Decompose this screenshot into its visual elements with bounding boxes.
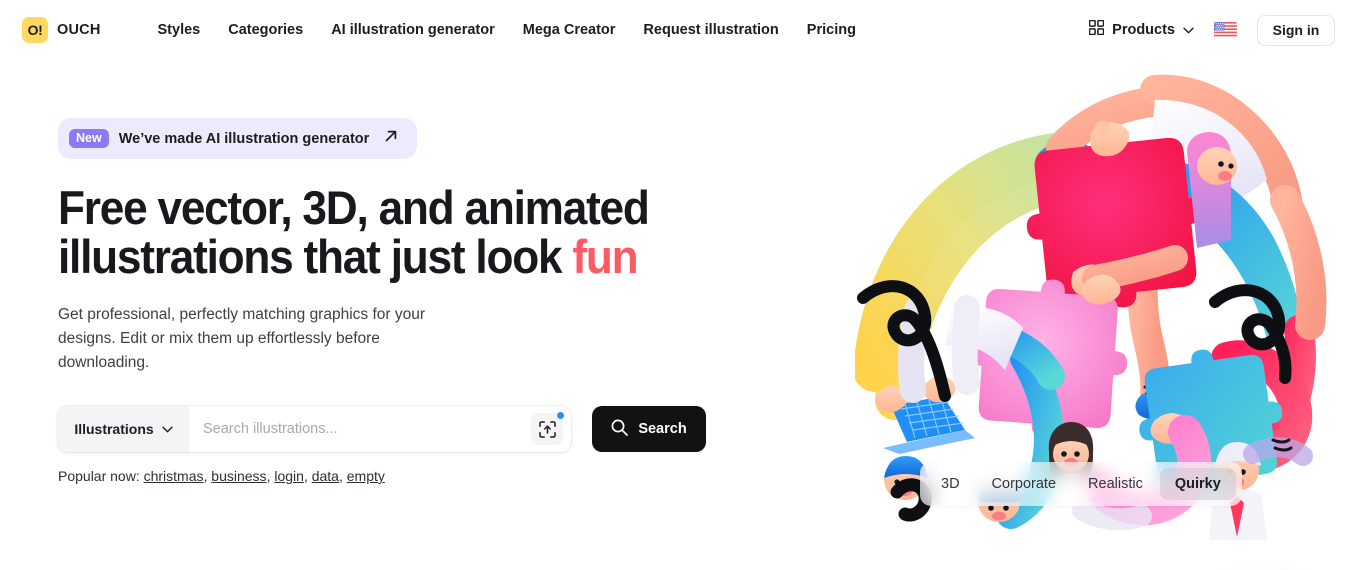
nav-link-ai-illustration-generator[interactable]: AI illustration generator bbox=[331, 22, 495, 38]
style-option-realistic[interactable]: Realistic bbox=[1073, 468, 1158, 500]
nav-link-request-illustration[interactable]: Request illustration bbox=[643, 22, 778, 38]
promo-banner[interactable]: New We’ve made AI illustration generator bbox=[58, 118, 418, 159]
hero-subtitle: Get professional, perfectly matching gra… bbox=[58, 306, 426, 371]
search-input-wrap bbox=[189, 406, 571, 452]
scan-notification-dot bbox=[557, 412, 564, 419]
chevron-down-icon bbox=[1183, 21, 1194, 39]
products-label: Products bbox=[1112, 22, 1175, 38]
popular-link-data[interactable]: data bbox=[312, 468, 339, 484]
site-header: O! OUCH Styles Categories AI illustratio… bbox=[0, 0, 1355, 60]
nav-link-styles[interactable]: Styles bbox=[158, 22, 201, 38]
search-box: Illustrations bbox=[58, 406, 571, 452]
grid-icon bbox=[1088, 19, 1105, 40]
style-switcher[interactable]: 3D Corporate Realistic Quirky bbox=[920, 462, 1242, 506]
landing-page: 3D Corporate Realistic Quirky O! OUCH St… bbox=[0, 0, 1355, 570]
popular-label: Popular now: bbox=[58, 468, 140, 484]
nav-link-pricing[interactable]: Pricing bbox=[807, 22, 856, 38]
arrow-up-right-icon bbox=[383, 128, 399, 149]
main-nav: Styles Categories AI illustration genera… bbox=[158, 22, 856, 38]
style-option-quirky[interactable]: Quirky bbox=[1159, 468, 1236, 500]
search-category-dropdown[interactable]: Illustrations bbox=[58, 406, 189, 452]
style-option-3d[interactable]: 3D bbox=[926, 468, 975, 500]
popular-link-christmas[interactable]: christmas bbox=[144, 468, 204, 484]
headline-line-2: illustrations that just look bbox=[58, 230, 573, 283]
headline-line-1: Free vector, 3D, and animated bbox=[58, 181, 650, 234]
promo-text: We’ve made AI illustration generator bbox=[118, 130, 370, 147]
header-actions: Products Sign in bbox=[1088, 0, 1335, 60]
promo-new-badge: New bbox=[69, 128, 109, 149]
nav-link-mega-creator[interactable]: Mega Creator bbox=[523, 22, 616, 38]
hero-section: New We’ve made AI illustration generator… bbox=[58, 60, 758, 484]
style-option-corporate[interactable]: Corporate bbox=[977, 468, 1071, 500]
brand-logo[interactable]: O! OUCH bbox=[22, 17, 101, 43]
us-flag-icon[interactable] bbox=[1214, 22, 1237, 38]
page-title: Free vector, 3D, and animated illustrati… bbox=[58, 183, 716, 281]
search-row: Illustrations Search illustrations... Se… bbox=[58, 406, 758, 452]
image-upload-scan-icon[interactable] bbox=[531, 412, 564, 445]
logo-mark: O! bbox=[22, 17, 48, 43]
popular-link-login[interactable]: login bbox=[274, 468, 304, 484]
products-menu-button[interactable]: Products bbox=[1088, 19, 1194, 40]
search-button-label: Search bbox=[638, 421, 687, 437]
popular-link-business[interactable]: business bbox=[211, 468, 266, 484]
search-input[interactable] bbox=[203, 421, 531, 437]
sign-in-button[interactable]: Sign in bbox=[1257, 14, 1335, 46]
search-icon bbox=[611, 419, 629, 439]
search-button[interactable]: Search bbox=[592, 406, 706, 452]
popular-link-empty[interactable]: empty bbox=[347, 468, 385, 484]
headline-accent: fun bbox=[572, 230, 638, 283]
popular-searches: Popular now: christmas, business, login,… bbox=[58, 468, 385, 484]
nav-link-categories[interactable]: Categories bbox=[228, 22, 303, 38]
search-category-label: Illustrations bbox=[74, 421, 154, 437]
chevron-down-icon bbox=[161, 420, 173, 438]
brand-name: OUCH bbox=[57, 22, 101, 38]
